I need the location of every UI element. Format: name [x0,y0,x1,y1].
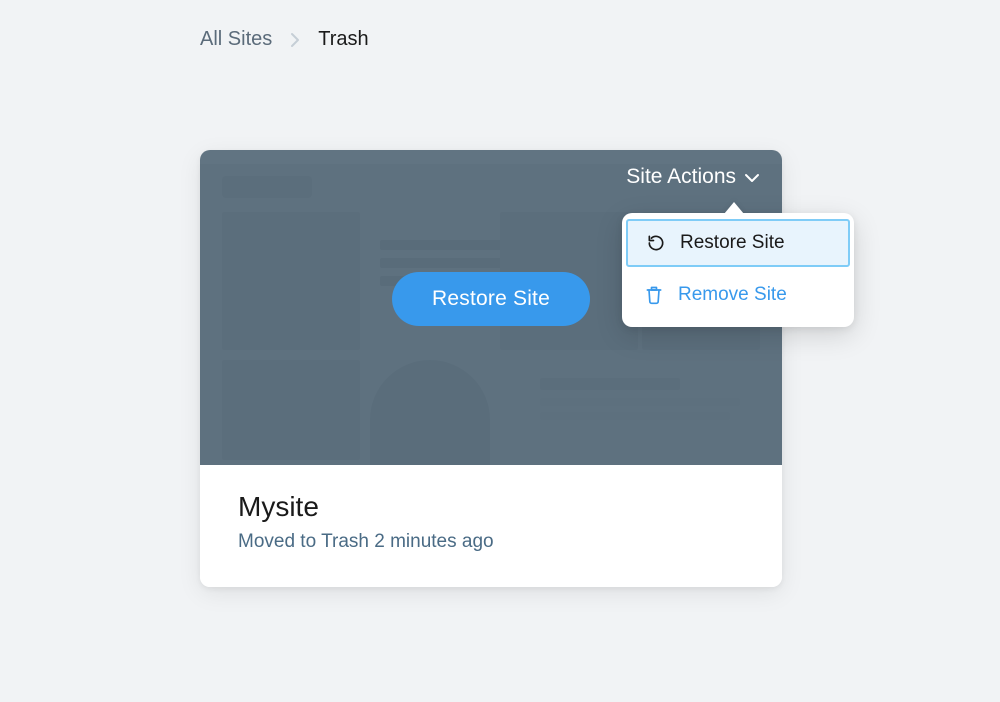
chevron-down-icon [744,165,760,189]
breadcrumb-current: Trash [318,28,368,51]
site-actions-dropdown-trigger[interactable]: Site Actions [626,165,760,189]
site-status: Moved to Trash 2 minutes ago [238,531,744,553]
undo-icon [646,233,666,253]
site-actions-label: Site Actions [626,165,736,189]
dropdown-caret [724,202,744,214]
dropdown-item-label: Restore Site [680,232,785,254]
site-actions-dropdown: Restore Site Remove Site [622,213,854,327]
chevron-right-icon [290,32,300,48]
site-name: Mysite [238,491,744,523]
breadcrumb: All Sites Trash [200,28,369,51]
dropdown-item-remove[interactable]: Remove Site [622,271,854,319]
dropdown-item-restore[interactable]: Restore Site [626,219,850,267]
restore-site-button[interactable]: Restore Site [392,272,590,326]
card-footer: Mysite Moved to Trash 2 minutes ago [200,465,782,587]
site-card: Restore Site Site Actions Restore Site [200,150,782,587]
trash-icon [644,285,664,305]
dropdown-item-label: Remove Site [678,284,787,306]
breadcrumb-all-sites[interactable]: All Sites [200,28,272,51]
